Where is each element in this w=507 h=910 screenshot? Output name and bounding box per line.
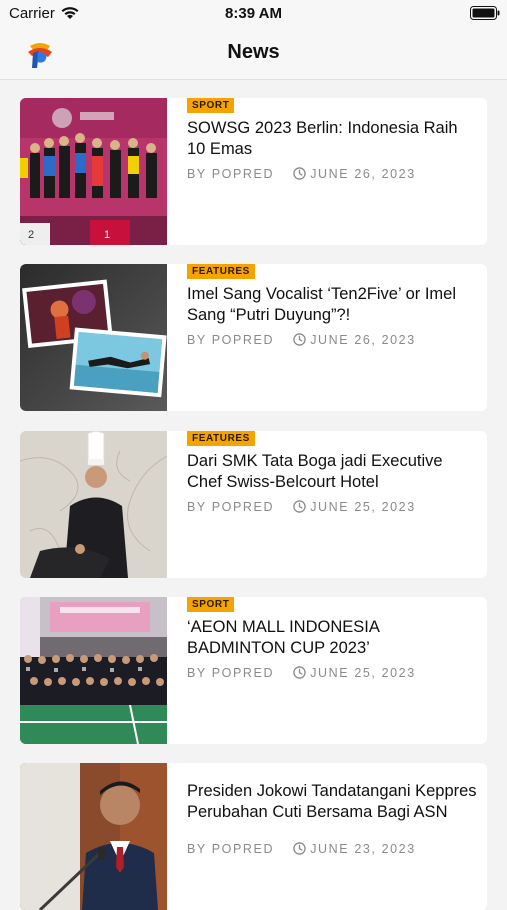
clock-icon bbox=[293, 167, 306, 180]
clock-icon bbox=[293, 333, 306, 346]
article-card[interactable]: 2 1 SPORT SOWSG 2023 Berlin: Indonesia R… bbox=[20, 98, 487, 245]
article-meta: BY POPRED JUNE 25, 2023 bbox=[187, 666, 477, 680]
category-badge[interactable]: SPORT bbox=[187, 597, 235, 612]
navigation-bar: News bbox=[0, 30, 507, 80]
article-title[interactable]: SOWSG 2023 Berlin: Indonesia Raih 10 Ema… bbox=[187, 118, 477, 160]
clock-icon bbox=[293, 842, 306, 855]
article-meta: BY POPRED JUNE 26, 2023 bbox=[187, 167, 477, 181]
article-date: JUNE 23, 2023 bbox=[310, 842, 416, 856]
article-date: JUNE 25, 2023 bbox=[310, 500, 416, 514]
article-meta: BY POPRED JUNE 25, 2023 bbox=[187, 500, 477, 514]
article-date: JUNE 26, 2023 bbox=[310, 167, 416, 181]
page-title: News bbox=[227, 41, 280, 63]
article-meta: BY POPRED JUNE 26, 2023 bbox=[187, 333, 477, 347]
article-card[interactable]: FEATURES Dari SMK Tata Boga jadi Executi… bbox=[20, 431, 487, 578]
article-date: JUNE 26, 2023 bbox=[310, 333, 416, 347]
category-badge[interactable]: FEATURES bbox=[187, 431, 255, 446]
article-title[interactable]: ‘AEON MALL INDONESIA BADMINTON CUP 2023’ bbox=[187, 617, 477, 659]
article-title[interactable]: Dari SMK Tata Boga jadi Executive Chef S… bbox=[187, 451, 477, 493]
article-thumbnail[interactable] bbox=[20, 264, 167, 411]
article-thumbnail[interactable] bbox=[20, 597, 167, 744]
article-card[interactable]: FEATURES Imel Sang Vocalist ‘Ten2Five’ o… bbox=[20, 264, 487, 411]
article-title[interactable]: Imel Sang Vocalist ‘Ten2Five’ or Imel Sa… bbox=[187, 284, 477, 326]
article-card[interactable]: SPORT ‘AEON MALL INDONESIA BADMINTON CUP… bbox=[20, 597, 487, 744]
article-card[interactable]: Presiden Jokowi Tandatangani Keppres Per… bbox=[20, 763, 487, 910]
article-thumbnail[interactable] bbox=[20, 431, 167, 578]
category-badge[interactable]: FEATURES bbox=[187, 264, 255, 279]
status-bar: Carrier 8:39 AM bbox=[0, 0, 507, 30]
svg-text:1: 1 bbox=[104, 229, 110, 241]
article-date: JUNE 25, 2023 bbox=[310, 666, 416, 680]
article-title[interactable]: Presiden Jokowi Tandatangani Keppres Per… bbox=[187, 781, 477, 823]
article-thumbnail[interactable]: 2 1 bbox=[20, 98, 167, 245]
article-author: BY POPRED bbox=[187, 333, 275, 347]
article-author: BY POPRED bbox=[187, 167, 275, 181]
battery-icon bbox=[470, 6, 500, 20]
clock-icon bbox=[293, 500, 306, 513]
article-author: BY POPRED bbox=[187, 666, 275, 680]
article-author: BY POPRED bbox=[187, 842, 275, 856]
article-thumbnail[interactable] bbox=[20, 763, 167, 910]
clock-icon bbox=[293, 666, 306, 679]
article-author: BY POPRED bbox=[187, 500, 275, 514]
article-meta: BY POPRED JUNE 23, 2023 bbox=[187, 842, 477, 856]
svg-text:2: 2 bbox=[28, 229, 34, 241]
category-badge[interactable]: SPORT bbox=[187, 98, 235, 113]
status-time: 8:39 AM bbox=[225, 5, 282, 22]
